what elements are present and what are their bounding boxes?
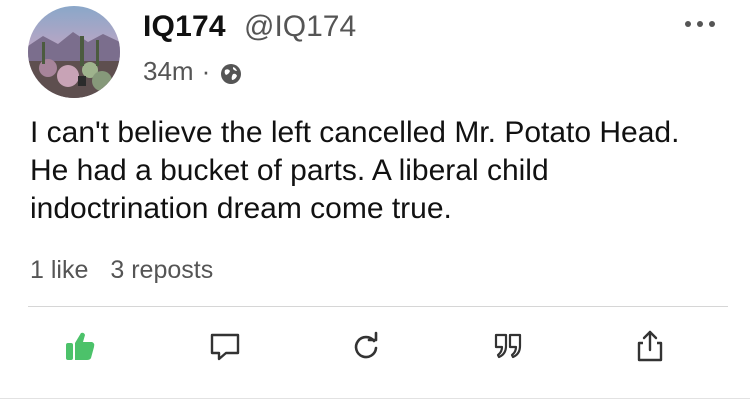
bottom-divider [0,398,750,399]
like-button[interactable] [58,326,102,370]
more-options-icon[interactable] [680,12,720,36]
share-button[interactable] [628,326,672,370]
post-card: IQ174 @IQ174 34m · I can't believe the l… [0,0,750,401]
reposts-count[interactable]: 3 reposts [110,256,213,285]
likes-count[interactable]: 1 like [30,256,88,285]
author-display-name[interactable]: IQ174 [143,10,226,44]
share-icon [633,329,667,368]
post-text: I can't believe the left cancelled Mr. P… [30,116,680,225]
post-meta: 34m · [143,56,242,87]
post-stats: 1 like 3 reposts [30,256,213,285]
repost-button[interactable] [344,326,388,370]
meta-separator: · [201,56,211,86]
quote-button[interactable] [486,326,530,370]
globe-icon [220,61,242,84]
thumbs-up-icon [63,329,97,368]
repost-icon [349,329,383,368]
comment-button[interactable] [203,326,247,370]
post-timestamp[interactable]: 34m [143,56,194,87]
divider [28,306,728,307]
author-handle[interactable]: @IQ174 [244,10,356,44]
action-bar [0,326,750,382]
avatar[interactable] [28,6,120,98]
avatar-image [28,6,120,98]
comment-icon [208,329,242,368]
quote-icon [491,329,525,368]
